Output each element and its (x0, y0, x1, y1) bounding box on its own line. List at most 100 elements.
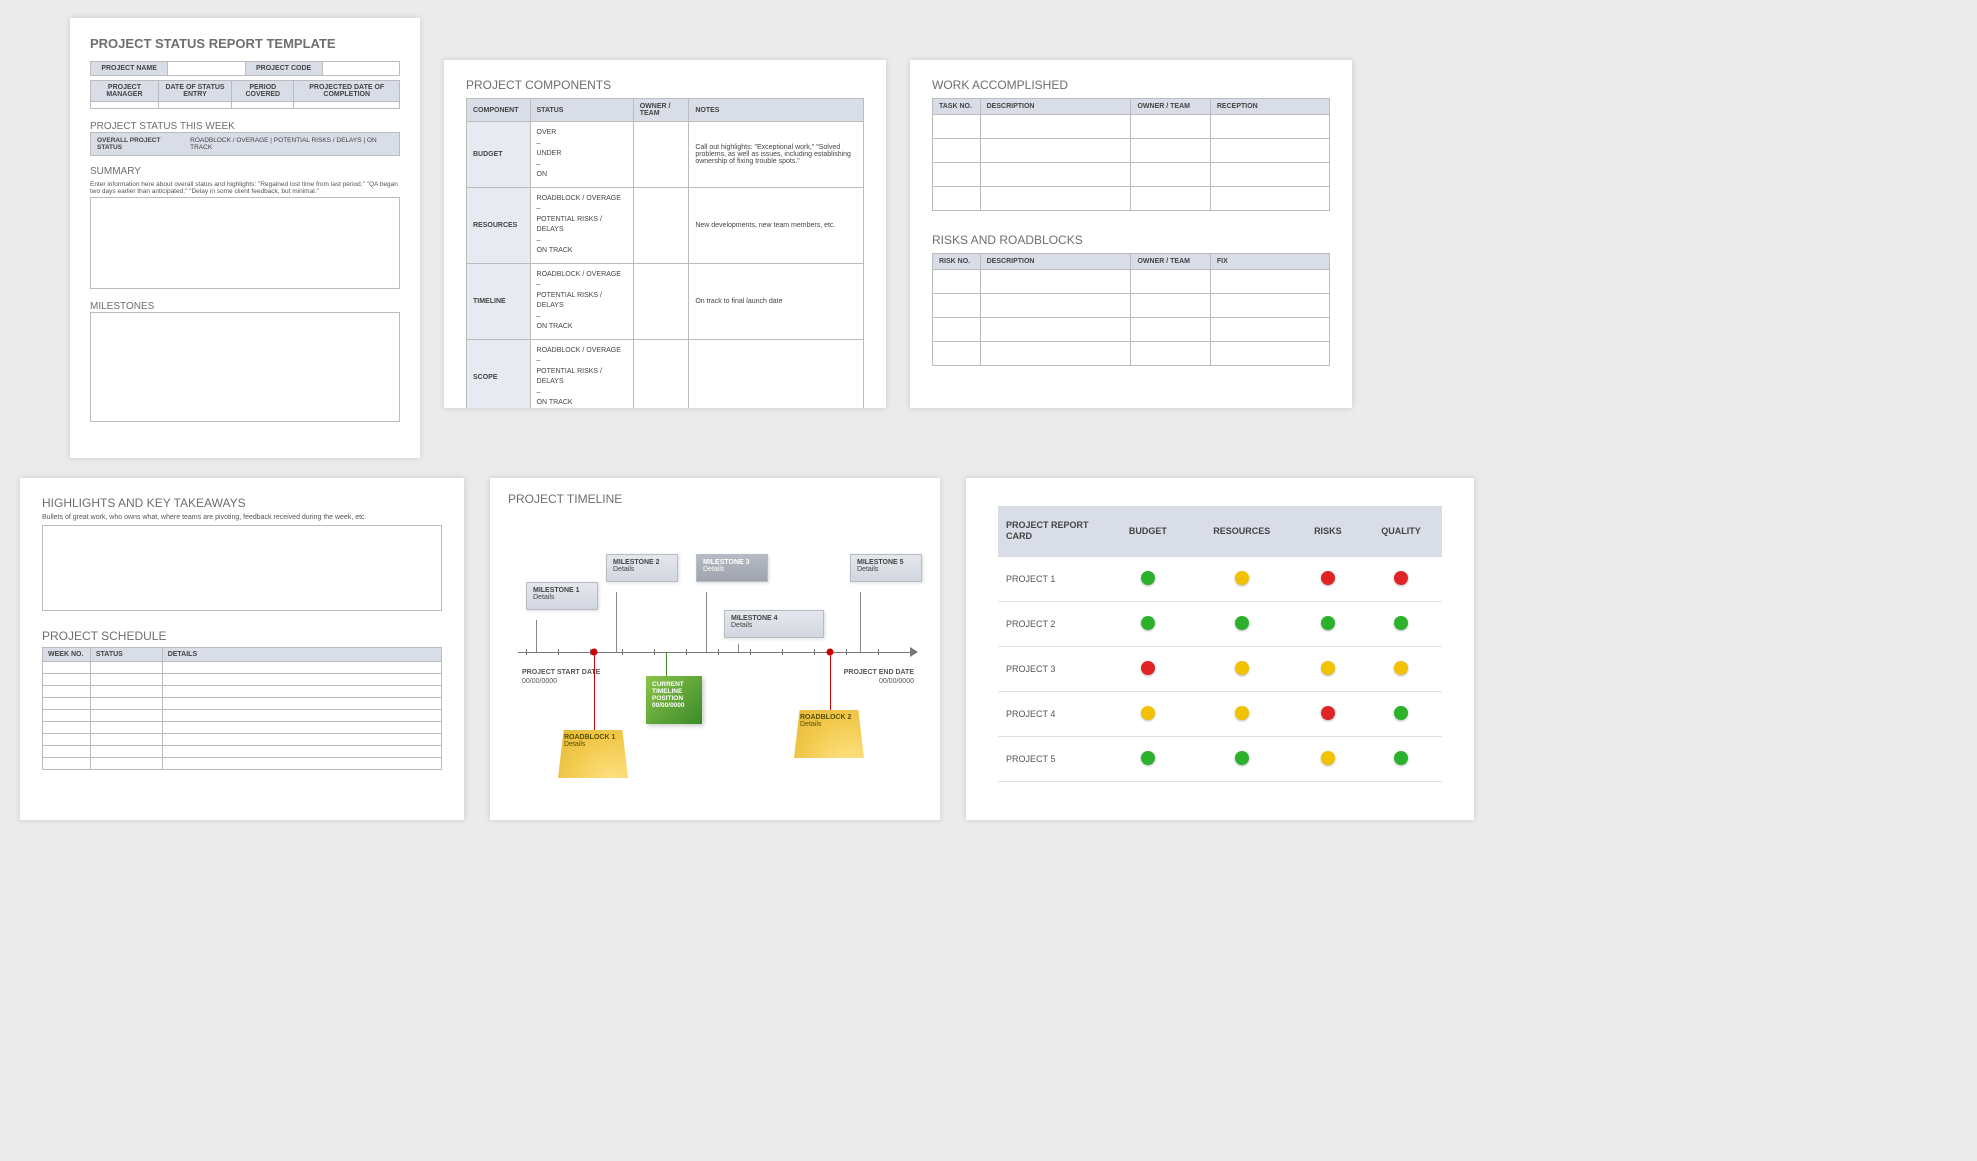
summary-title: SUMMARY (90, 166, 400, 177)
cell[interactable] (322, 62, 399, 76)
status-red-icon (1321, 571, 1335, 585)
status-green-icon (1394, 706, 1408, 720)
table-row (43, 722, 442, 734)
milestone-sub: Details (703, 566, 724, 573)
table-row: TIMELINE ROADBLOCK / OVERAGE – POTENTIAL… (467, 263, 864, 339)
row-label: RESOURCES (467, 187, 531, 263)
timeline-diagram: MILESTONE 1 Details MILESTONE 2 Details … (508, 512, 922, 792)
th-project-name: PROJECT NAME (91, 62, 168, 76)
row-label: SCOPE (467, 339, 531, 408)
connector-icon (536, 620, 537, 652)
table-row: RESOURCES ROADBLOCK / OVERAGE – POTENTIA… (467, 187, 864, 263)
tick-icon (782, 649, 783, 655)
table-row (43, 734, 442, 746)
work-accomplished-table: TASK NO. DESCRIPTION OWNER / TEAM RECEPT… (932, 98, 1330, 211)
milestone-title: MILESTONE 2 (613, 559, 671, 566)
table-row (43, 746, 442, 758)
project-name: PROJECT 1 (998, 556, 1108, 601)
milestone-box: MILESTONE 1 Details (526, 582, 598, 610)
cell[interactable] (232, 102, 294, 109)
tick-icon (750, 649, 751, 655)
end-date-label: PROJECT END DATE 00/00/0000 (844, 668, 914, 686)
status-yellow-icon (1235, 661, 1249, 675)
milestones-title: MILESTONES (90, 301, 400, 312)
table-row (43, 674, 442, 686)
table-row (933, 139, 1330, 163)
date: 00/00/0000 (522, 678, 557, 685)
cell[interactable] (91, 102, 159, 109)
status-cell (1188, 601, 1296, 646)
label: CURRENT TIMELINE POSITION (652, 681, 684, 702)
th: RECEPTION (1210, 99, 1329, 115)
date: 00/00/0000 (879, 678, 914, 685)
label: PROJECT START DATE (522, 668, 600, 677)
status: OVER – UNDER – ON (530, 122, 633, 188)
status-green-icon (1394, 751, 1408, 765)
highlights-box[interactable] (42, 525, 442, 611)
th: RISKS (1296, 506, 1360, 556)
table-row (43, 710, 442, 722)
timeline-axis (518, 652, 912, 653)
page-project-timeline: PROJECT TIMELINE MILESTONE 1 Details MIL… (490, 478, 940, 820)
roadblock-box: ROADBLOCK 1 Details (558, 730, 628, 778)
status-cell (1296, 556, 1360, 601)
section-title: HIGHLIGHTS AND KEY TAKEAWAYS (42, 496, 442, 510)
summary-box[interactable] (90, 197, 400, 289)
status-green-icon (1141, 571, 1155, 585)
page-title: PROJECT TIMELINE (508, 492, 922, 506)
table-row (933, 115, 1330, 139)
tick-icon (526, 649, 527, 655)
status-cell (1360, 646, 1442, 691)
cell[interactable] (294, 102, 400, 109)
status-cell (1188, 646, 1296, 691)
th: RESOURCES (1188, 506, 1296, 556)
status-cell (1360, 556, 1442, 601)
milestone-box: MILESTONE 2 Details (606, 554, 678, 582)
table-row: PROJECT 2 (998, 601, 1442, 646)
th: BUDGET (1108, 506, 1188, 556)
table-row (933, 294, 1330, 318)
status-red-icon (1394, 571, 1408, 585)
arrow-icon (910, 647, 918, 657)
label: PROJECT END DATE (844, 668, 914, 677)
th: RISK NO. (933, 254, 981, 270)
milestones-box[interactable] (90, 312, 400, 422)
page-work-risks: WORK ACCOMPLISHED TASK NO. DESCRIPTION O… (910, 60, 1352, 408)
status-options: ROADBLOCK / OVERAGE | POTENTIAL RISKS / … (190, 137, 393, 151)
th: PERIOD COVERED (232, 81, 294, 102)
th: WEEK NO. (43, 648, 91, 662)
status: ROADBLOCK / OVERAGE – POTENTIAL RISKS / … (530, 339, 633, 408)
milestone-title: MILESTONE 3 (703, 559, 761, 566)
th: PROJECT REPORT CARD (998, 506, 1108, 556)
th: DESCRIPTION (980, 254, 1131, 270)
page-highlights-schedule: HIGHLIGHTS AND KEY TAKEAWAYS Bullets of … (20, 478, 464, 820)
project-schedule-table: WEEK NO. STATUS DETAILS (42, 647, 442, 770)
cell[interactable] (633, 263, 689, 339)
start-date-label: PROJECT START DATE 00/00/0000 (522, 668, 600, 686)
row-label: BUDGET (467, 122, 531, 188)
table-row: BUDGET OVER – UNDER – ON Call out highli… (467, 122, 864, 188)
cell[interactable] (633, 339, 689, 408)
status-cell (1296, 601, 1360, 646)
status-cell (1108, 556, 1188, 601)
status-green-icon (1394, 616, 1408, 630)
th: FIX (1210, 254, 1329, 270)
roadblock-sub: Details (800, 721, 821, 728)
th: DETAILS (162, 648, 441, 662)
cell[interactable] (633, 187, 689, 263)
roadblock-sub: Details (564, 741, 585, 748)
page-title: PROJECT COMPONENTS (466, 78, 864, 92)
cell[interactable] (168, 62, 245, 76)
note: Call out highlights: "Exceptional work,"… (689, 122, 864, 188)
status-cell (1296, 646, 1360, 691)
table-row (43, 698, 442, 710)
project-name: PROJECT 5 (998, 736, 1108, 781)
th: OWNER / TEAM (1131, 254, 1210, 270)
milestone-sub: Details (731, 622, 752, 629)
page-report-card: PROJECT REPORT CARD BUDGET RESOURCES RIS… (966, 478, 1474, 820)
cell[interactable] (158, 102, 231, 109)
cell[interactable] (633, 122, 689, 188)
connector-icon (860, 592, 861, 652)
report-card-table: PROJECT REPORT CARD BUDGET RESOURCES RIS… (998, 506, 1442, 782)
connector-icon (738, 644, 739, 652)
